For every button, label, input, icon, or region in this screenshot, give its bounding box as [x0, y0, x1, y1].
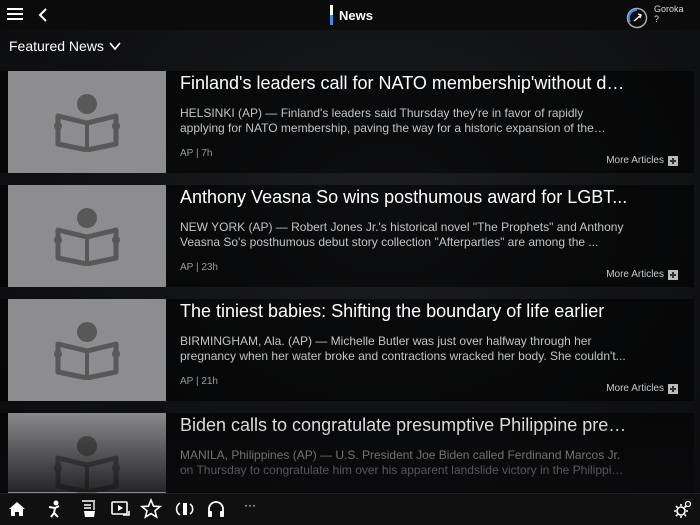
article-summary: HELSINKI (AP) — Finland's leaders said T… — [180, 106, 594, 135]
article-card[interactable]: The tiniest babies: Shifting the boundar… — [0, 299, 694, 401]
article-title: Anthony Veasna So wins posthumous award … — [180, 187, 628, 207]
article-meta: AP | 7h — [180, 148, 213, 159]
more-articles-button[interactable]: More Articles — [606, 155, 678, 166]
user-status: ? — [654, 14, 660, 24]
plus-icon — [668, 269, 678, 280]
article-card[interactable]: Finland's leaders call for NATO membersh… — [0, 71, 694, 173]
featured-news-label: Featured News — [9, 38, 104, 54]
article-thumbnail — [8, 71, 166, 173]
more-articles-label: More Articles — [606, 269, 664, 280]
article-summary: NEW YORK (AP) — Robert Jones Jr.'s histo… — [180, 220, 624, 249]
article-card[interactable]: Anthony Veasna So wins posthumous award … — [0, 185, 694, 287]
headphones-icon[interactable] — [205, 498, 227, 520]
menu-card-icon[interactable] — [78, 498, 100, 520]
page-title-text: News — [339, 7, 373, 23]
article-title: The tiniest babies: Shifting the boundar… — [180, 301, 605, 321]
more-articles-label: More Articles — [606, 155, 664, 166]
settings-icon[interactable] — [672, 498, 694, 520]
person-icon[interactable] — [44, 498, 66, 520]
article-thumbnail — [8, 185, 166, 287]
plus-icon — [668, 155, 678, 166]
article-card[interactable]: Biden calls to congratulate presumptive … — [0, 413, 694, 494]
article-thumbnail — [8, 413, 166, 494]
top-bar: News Goroka ? — [0, 0, 700, 30]
chevron-left-icon — [38, 8, 47, 22]
hamburger-menu-button[interactable] — [7, 8, 23, 21]
newspaper-reader-icon — [54, 94, 120, 152]
article-summary: BIRMINGHAM, Ala. (AP) — Michelle Butler … — [180, 334, 626, 363]
bottom-nav-bar: ··· — [0, 493, 700, 525]
title-accent-bar — [330, 5, 333, 25]
article-meta: AP | 21h — [180, 376, 218, 387]
plus-icon — [668, 383, 678, 394]
video-icon[interactable] — [110, 498, 132, 520]
article-meta: AP | 23h — [180, 262, 218, 273]
more-articles-button[interactable]: More Articles — [606, 383, 678, 394]
page-title: News — [330, 4, 373, 26]
star-icon[interactable] — [140, 498, 162, 520]
more-articles-button[interactable]: More Articles — [606, 269, 678, 280]
newspaper-reader-icon — [54, 322, 120, 380]
newspaper-reader-icon — [54, 208, 120, 266]
article-title: Finland's leaders call for NATO membersh… — [180, 73, 630, 93]
home-icon[interactable] — [6, 498, 28, 520]
flight-gauge-icon[interactable] — [626, 7, 648, 29]
user-name: Goroka — [654, 4, 684, 14]
back-button[interactable] — [36, 4, 52, 26]
article-title: Biden calls to congratulate presumptive … — [180, 415, 630, 435]
featured-news-dropdown[interactable]: Featured News — [9, 38, 121, 54]
newspaper-reader-icon — [54, 436, 120, 494]
more-menu-button[interactable]: ··· — [244, 498, 256, 512]
audio-icon[interactable] — [173, 498, 195, 520]
more-articles-label: More Articles — [606, 383, 664, 394]
article-thumbnail — [8, 299, 166, 401]
chevron-down-icon — [109, 42, 121, 51]
article-summary: MANILA, Philippines (AP) — U.S. Presiden… — [180, 448, 625, 477]
